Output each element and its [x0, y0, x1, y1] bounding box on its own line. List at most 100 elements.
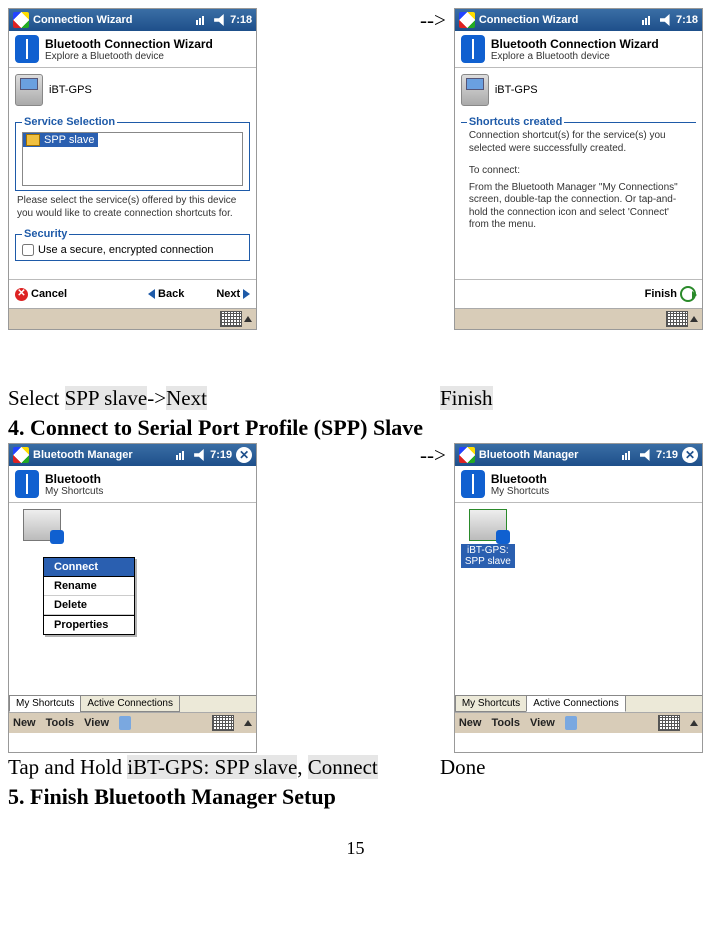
caption-right-1: Finish [440, 386, 703, 411]
speaker-icon [194, 449, 206, 461]
caption-right-2: Done [440, 755, 703, 780]
device-icon [15, 74, 43, 106]
service-item-spp-slave[interactable]: SPP slave [23, 133, 98, 147]
titlebar: Connection Wizard 7:18 [9, 9, 256, 31]
caption-highlight-next: Next [166, 386, 207, 410]
bluetooth-small-icon[interactable] [565, 716, 577, 730]
signal-icon [196, 13, 210, 27]
menu-view[interactable]: View [84, 717, 109, 729]
tabs: My Shortcuts Active Connections [455, 695, 702, 712]
close-icon[interactable]: ✕ [682, 447, 698, 463]
created-msg-1: Connection shortcut(s) for the service(s… [467, 130, 690, 159]
next-button[interactable]: Next [216, 288, 250, 300]
caption-text: Select [8, 386, 65, 410]
row-wizard-screens: Connection Wizard 7:18 Bluetooth Connect… [8, 8, 703, 330]
tabs: My Shortcuts Active Connections [9, 695, 256, 712]
app-title: Bluetooth Manager [33, 449, 133, 461]
shortcuts-area[interactable]: iBT-GPS: SPP slave [455, 503, 702, 695]
clock: 7:19 [210, 449, 232, 461]
service-selection-legend: Service Selection [22, 116, 117, 128]
manager-subtitle: My Shortcuts [45, 486, 103, 497]
manager-title: Bluetooth [491, 472, 549, 486]
menu-item-properties[interactable]: Properties [44, 615, 134, 634]
menu-new[interactable]: New [13, 717, 36, 729]
shortcut-icon [469, 509, 507, 541]
clock: 7:18 [230, 14, 252, 26]
bluetooth-icon [15, 470, 39, 498]
caption-row-2: Tap and Hold iBT-GPS: SPP slave, Connect… [8, 755, 703, 780]
shortcuts-created-group: Shortcuts created Connection shortcut(s)… [461, 116, 696, 240]
shortcut-ibt-gps[interactable] [15, 509, 69, 541]
menu-item-connect[interactable]: Connect [44, 558, 134, 577]
cancel-button[interactable]: ✕ Cancel [15, 288, 67, 301]
menu-tools[interactable]: Tools [46, 717, 75, 729]
caption-text: , [297, 755, 308, 779]
wizard-title: Bluetooth Connection Wizard [45, 37, 213, 51]
pda-screen-shortcuts-created: Connection Wizard 7:18 Bluetooth Connect… [454, 8, 703, 330]
sip-bar [9, 308, 256, 329]
service-hint: Please select the service(s) offered by … [15, 195, 250, 224]
arrow-text: --> [420, 443, 446, 467]
finish-button[interactable]: Finish [645, 286, 696, 302]
manager-title: Bluetooth [45, 472, 103, 486]
app-title: Connection Wizard [479, 14, 579, 26]
keyboard-icon[interactable] [220, 311, 242, 327]
service-item-label: SPP slave [44, 134, 95, 146]
finish-label: Finish [645, 288, 677, 300]
caption-highlight-device: iBT-GPS: SPP slave [127, 755, 297, 779]
shortcut-label-line1: iBT-GPS: [467, 545, 509, 556]
next-arrow-icon [243, 289, 250, 299]
sip-caret-icon[interactable] [244, 720, 252, 726]
secure-connection-checkbox[interactable]: Use a secure, encrypted connection [22, 244, 243, 256]
heading-step-4: 4. Connect to Serial Port Profile (SPP) … [8, 415, 703, 441]
wizard-header: Bluetooth Connection Wizard Explore a Bl… [9, 31, 256, 68]
speaker-icon [214, 14, 226, 26]
sip-caret-icon[interactable] [690, 316, 698, 322]
signal-icon [622, 448, 636, 462]
heading-step-5: 5. Finish Bluetooth Manager Setup [8, 784, 703, 810]
device-icon [461, 74, 489, 106]
wizard-footer: ✕ Cancel Back Next [9, 279, 256, 308]
tab-active-connections[interactable]: Active Connections [526, 696, 626, 712]
start-icon[interactable] [459, 12, 475, 28]
pda-screen-context-menu: Bluetooth Manager 7:19 ✕ Bluetooth My Sh… [8, 443, 257, 753]
caption-done: Done [440, 755, 486, 779]
menu-tools[interactable]: Tools [491, 717, 520, 729]
wizard-subtitle: Explore a Bluetooth device [491, 51, 659, 62]
caption-text: Tap and Hold [8, 755, 127, 779]
keyboard-icon[interactable] [666, 311, 688, 327]
tab-my-shortcuts[interactable]: My Shortcuts [455, 696, 527, 712]
back-button[interactable]: Back [148, 288, 184, 300]
start-icon[interactable] [13, 447, 29, 463]
service-listbox[interactable]: SPP slave [22, 132, 243, 186]
keyboard-icon[interactable] [658, 715, 680, 731]
sip-caret-icon[interactable] [690, 720, 698, 726]
bluetooth-small-icon[interactable] [119, 716, 131, 730]
start-icon[interactable] [13, 12, 29, 28]
serial-port-icon [26, 134, 40, 146]
context-menu: Connect Rename Delete Properties [43, 557, 135, 635]
speaker-icon [640, 449, 652, 461]
secure-checkbox-label: Use a secure, encrypted connection [38, 244, 214, 256]
signal-icon [176, 448, 190, 462]
menu-item-delete[interactable]: Delete [44, 596, 134, 615]
shortcut-ibt-gps-connected[interactable]: iBT-GPS: SPP slave [461, 509, 515, 568]
start-icon[interactable] [459, 447, 475, 463]
keyboard-icon[interactable] [212, 715, 234, 731]
secure-checkbox-input[interactable] [22, 244, 34, 256]
menu-view[interactable]: View [530, 717, 555, 729]
service-selection-group: Service Selection SPP slave [15, 116, 250, 191]
pda-screen-service-selection: Connection Wizard 7:18 Bluetooth Connect… [8, 8, 257, 330]
next-label: Next [216, 288, 240, 300]
manager-header: Bluetooth My Shortcuts [9, 466, 256, 503]
close-icon[interactable]: ✕ [236, 447, 252, 463]
caption-finish: Finish [440, 386, 493, 410]
cancel-icon: ✕ [15, 288, 28, 301]
arrow-text: --> [420, 8, 446, 32]
sip-caret-icon[interactable] [244, 316, 252, 322]
menu-new[interactable]: New [459, 717, 482, 729]
menu-item-rename[interactable]: Rename [44, 577, 134, 596]
tab-active-connections[interactable]: Active Connections [80, 696, 180, 712]
shortcuts-area[interactable]: Connect Rename Delete Properties [9, 503, 256, 695]
tab-my-shortcuts[interactable]: My Shortcuts [9, 696, 81, 712]
